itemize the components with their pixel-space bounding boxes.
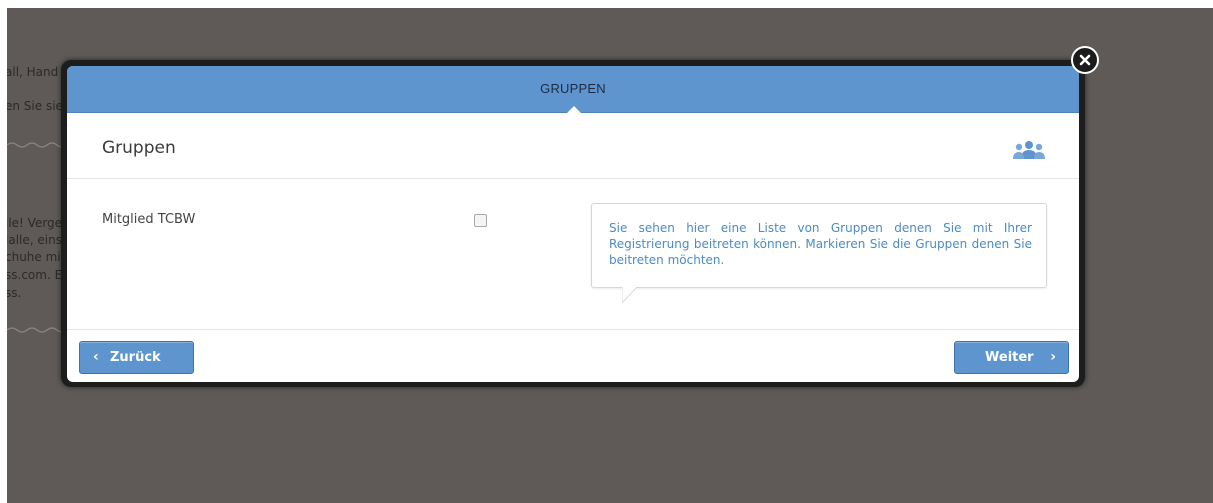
footer-divider	[67, 329, 1079, 330]
modal-header: GRUPPEN	[67, 66, 1079, 113]
chevron-right-icon: ›	[1050, 349, 1056, 365]
next-button-label: Weiter	[985, 350, 1034, 365]
help-tooltip: Sie sehen hier eine Liste von Gruppen de…	[591, 203, 1047, 303]
background-text-line: ss.com. E	[7, 268, 63, 282]
chevron-left-icon: ‹	[93, 349, 99, 365]
back-button-label: Zurück	[110, 350, 161, 365]
divider-wave	[7, 327, 67, 333]
background-text-line: ss.	[7, 286, 22, 300]
tooltip-tail	[622, 287, 638, 303]
close-modal-button[interactable]	[1071, 46, 1099, 74]
group-label-mitglied-tcbw: Mitglied TCBW	[102, 212, 196, 227]
divider-wave	[7, 142, 67, 148]
section-title: Gruppen	[102, 138, 176, 158]
group-icon	[1013, 141, 1045, 159]
next-button[interactable]: Weiter ›	[954, 341, 1069, 374]
groups-modal: GRUPPEN Gruppen Mitglied TCBW Sie sehen …	[61, 60, 1085, 387]
background-text-line: chuhe mi	[7, 250, 61, 264]
back-button[interactable]: ‹ Zurück	[79, 341, 194, 374]
background-text-line: en Sie sie	[7, 99, 63, 113]
help-tooltip-text: Sie sehen hier eine Liste von Gruppen de…	[609, 221, 1032, 267]
section-divider	[67, 178, 1079, 179]
background-text-line: all, Hand	[7, 65, 59, 79]
group-checkbox-mitglied-tcbw[interactable]	[474, 214, 487, 227]
close-icon	[1079, 54, 1091, 66]
modal-content: GRUPPEN Gruppen Mitglied TCBW Sie sehen …	[67, 66, 1079, 382]
header-notch	[567, 106, 581, 113]
